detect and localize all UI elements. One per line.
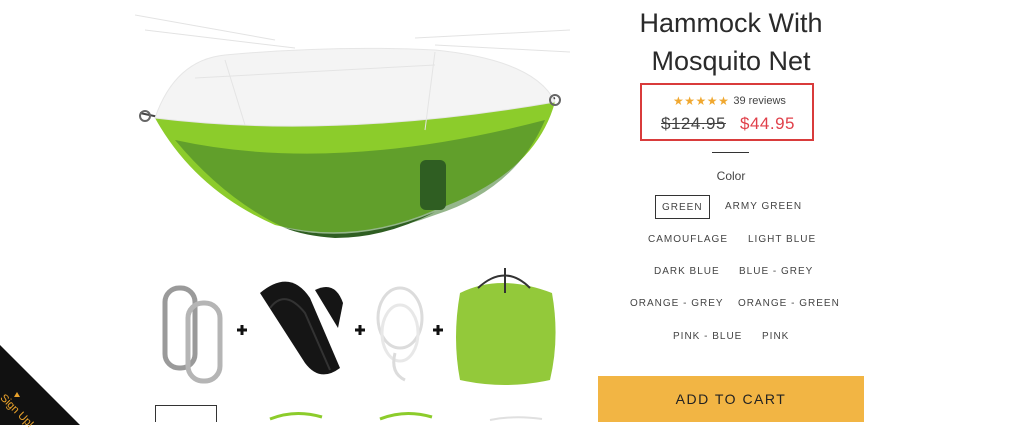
color-swatch-orange-green[interactable]: ORANGE - GREEN [732,292,846,316]
rope-icon [376,286,424,382]
sale-price: $44.95 [740,114,795,133]
price-rating-box: ★ ★ ★ ★ ★ 39 reviews $124.95 $44.95 [640,83,814,141]
divider [712,152,749,153]
product-media [135,0,570,422]
strap-icon [260,281,343,375]
star-icon: ★ [706,94,718,108]
thumbnail-3[interactable] [375,405,437,422]
chevron-up-icon [14,392,20,397]
color-swatch-orange-grey[interactable]: ORANGE - GREY [624,292,730,316]
carabiner-icon [162,285,223,384]
plus-icon [433,325,443,335]
star-icon: ★ [718,94,729,108]
product-rating[interactable]: ★ ★ ★ ★ ★ 39 reviews [673,93,786,109]
color-swatch-light-blue[interactable]: LIGHT BLUE [742,228,822,252]
star-icon: ★ [673,94,684,108]
thumbnail-strip [155,405,575,422]
star-icon: ★ [684,94,696,108]
color-swatch-army-green[interactable]: ARMY GREEN [719,195,808,219]
plus-icon [237,325,247,335]
plus-icon [355,325,365,335]
color-swatch-pink[interactable]: PINK [756,325,795,349]
review-count[interactable]: 39 reviews [733,95,786,107]
product-title-line-1: Hammock With [639,8,823,38]
color-option-label: Color [716,169,746,183]
thumbnail-2[interactable] [265,405,327,422]
star-icon: ★ [695,94,707,108]
color-swatch-green[interactable]: GREEN [655,195,710,219]
product-title: Hammock With Mosquito Net [598,4,864,80]
color-swatch-dark-blue[interactable]: DARK BLUE [648,260,726,284]
color-swatch-blue-grey[interactable]: BLUE - GREY [733,260,819,284]
accessories-image[interactable] [160,258,560,388]
main-product-image[interactable] [135,0,570,255]
thumbnail-1[interactable] [155,405,217,422]
add-to-cart-button[interactable]: ADD TO CART [598,376,864,422]
product-info: Hammock With Mosquito Net ★ ★ ★ ★ ★ 39 r… [598,0,864,422]
color-swatch-camouflage[interactable]: CAMOUFLAGE [642,228,734,252]
color-swatch-pink-blue[interactable]: PINK - BLUE [667,325,748,349]
product-title-line-2: Mosquito Net [651,46,811,76]
compare-at-price: $124.95 [661,114,726,133]
storage-bag-icon [456,268,556,385]
thumbnail-4[interactable] [485,405,547,422]
